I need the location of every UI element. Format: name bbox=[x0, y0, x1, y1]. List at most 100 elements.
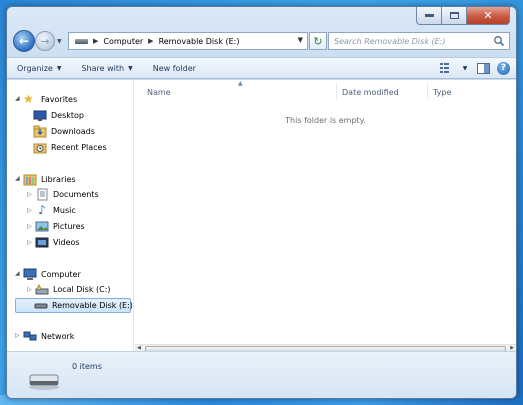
arrow-right-icon: → bbox=[40, 34, 50, 48]
address-bar[interactable]: ▶ Computer ▶ Removable Disk (E:) ▼ bbox=[68, 32, 308, 50]
documents-icon bbox=[37, 188, 48, 201]
expand-videos-icon[interactable]: ▷ bbox=[27, 239, 32, 246]
column-header-type[interactable]: Type bbox=[433, 84, 451, 100]
tree-item-videos[interactable]: Videos bbox=[35, 235, 80, 250]
music-icon: ♪ bbox=[38, 203, 46, 217]
view-options-dropdown[interactable]: ▼ bbox=[461, 61, 469, 75]
removable-disk-large-icon bbox=[29, 374, 59, 390]
arrow-left-icon: ← bbox=[18, 34, 30, 48]
explorer-window: ✕ ← → ▼ ▶ Computer ▶ Removable Disk (E:)… bbox=[6, 6, 517, 399]
search-icon[interactable] bbox=[493, 35, 505, 47]
navigation-pane: ◢ ★ Favorites Desktop Downloads Recent P… bbox=[7, 80, 134, 351]
star-icon: ★ bbox=[23, 92, 34, 106]
tree-label: Libraries bbox=[41, 175, 76, 184]
pictures-icon bbox=[35, 221, 49, 232]
address-dropdown-icon[interactable]: ▼ bbox=[298, 36, 303, 44]
recent-places-icon bbox=[33, 143, 47, 154]
back-button[interactable]: ← bbox=[13, 30, 35, 52]
items-count: 0 items bbox=[72, 362, 102, 371]
change-view-button[interactable] bbox=[439, 61, 455, 75]
help-icon: ? bbox=[500, 63, 507, 73]
network-icon bbox=[23, 331, 37, 341]
expand-local-disk-icon[interactable]: ▷ bbox=[27, 286, 32, 293]
expand-pictures-icon[interactable]: ▷ bbox=[27, 223, 32, 230]
tree-libraries[interactable]: Libraries bbox=[23, 172, 76, 187]
search-input[interactable]: Search Removable Disk (E:) bbox=[328, 32, 510, 50]
computer-icon bbox=[23, 268, 37, 280]
forward-button[interactable]: → bbox=[35, 31, 55, 51]
downloads-folder-icon bbox=[33, 125, 47, 138]
view-list-icon bbox=[440, 63, 449, 73]
column-label: Date modified bbox=[342, 87, 399, 97]
tree-item-music[interactable]: ♪ Music bbox=[35, 203, 76, 218]
tree-network[interactable]: Network bbox=[23, 329, 74, 344]
empty-folder-message: This folder is empty. bbox=[285, 116, 366, 125]
tree-label: Removable Disk (E:) bbox=[52, 301, 133, 310]
column-divider[interactable] bbox=[427, 84, 428, 99]
breadcrumb-separator-icon[interactable]: ▶ bbox=[148, 37, 153, 45]
expand-music-icon[interactable]: ▷ bbox=[27, 207, 32, 214]
collapse-favorites-icon[interactable]: ◢ bbox=[15, 95, 20, 102]
tree-computer[interactable]: Computer bbox=[23, 267, 81, 282]
breadcrumb-separator-icon[interactable]: ▶ bbox=[93, 37, 98, 45]
tree-label: Videos bbox=[53, 238, 80, 247]
column-header-name[interactable]: Name bbox=[147, 84, 171, 100]
recent-pages-dropdown[interactable]: ▼ bbox=[57, 38, 62, 45]
share-with-label: Share with bbox=[81, 63, 125, 73]
column-label: Type bbox=[433, 87, 452, 97]
collapse-computer-icon[interactable]: ◢ bbox=[15, 270, 20, 277]
help-button[interactable]: ? bbox=[497, 61, 510, 75]
tree-label: Desktop bbox=[51, 111, 84, 120]
videos-icon bbox=[35, 237, 49, 248]
tree-label: Computer bbox=[41, 270, 81, 279]
tree-item-recent-places[interactable]: Recent Places bbox=[33, 140, 107, 155]
column-divider[interactable] bbox=[336, 84, 337, 99]
tree-item-removable-disk[interactable]: Removable Disk (E:) bbox=[15, 298, 133, 313]
chevron-down-icon: ▼ bbox=[128, 64, 133, 72]
share-with-button[interactable]: Share with ▼ bbox=[71, 58, 142, 78]
refresh-icon: ↻ bbox=[313, 34, 323, 48]
tree-item-pictures[interactable]: Pictures bbox=[35, 219, 85, 234]
maximize-icon bbox=[449, 12, 459, 19]
expand-documents-icon[interactable]: ▷ bbox=[27, 191, 32, 198]
tree-favorites[interactable]: ★ Favorites bbox=[23, 92, 77, 107]
tree-label: Local Disk (C:) bbox=[53, 285, 111, 294]
tree-label: Favorites bbox=[41, 95, 78, 104]
view-controls: ▼ ? bbox=[439, 61, 510, 75]
breadcrumb-computer[interactable]: Computer bbox=[103, 37, 143, 46]
preview-pane-icon bbox=[476, 62, 490, 74]
column-label: Name bbox=[147, 87, 171, 97]
tree-item-documents[interactable]: Documents bbox=[35, 187, 99, 202]
tree-item-desktop[interactable]: Desktop bbox=[33, 108, 84, 123]
preview-pane-button[interactable] bbox=[475, 61, 491, 75]
close-button[interactable]: ✕ bbox=[467, 7, 510, 25]
sort-indicator-icon: ▲ bbox=[238, 80, 243, 87]
expand-network-icon[interactable]: ▷ bbox=[15, 332, 20, 339]
caption-buttons: ✕ bbox=[416, 7, 510, 25]
removable-disk-icon bbox=[34, 303, 48, 309]
refresh-button[interactable]: ↻ bbox=[309, 32, 327, 50]
search-placeholder: Search Removable Disk (E:) bbox=[334, 36, 446, 46]
maximize-button[interactable] bbox=[442, 7, 467, 25]
column-header-date-modified[interactable]: Date modified bbox=[342, 84, 399, 100]
organize-button[interactable]: Organize ▼ bbox=[7, 58, 71, 78]
chevron-down-icon: ▼ bbox=[56, 64, 62, 72]
drive-icon bbox=[75, 38, 88, 44]
local-disk-icon bbox=[35, 283, 49, 295]
new-folder-label: New folder bbox=[152, 63, 196, 73]
navigation-row: ← → ▼ ▶ Computer ▶ Removable Disk (E:) ▼… bbox=[7, 27, 516, 55]
tree-label: Network bbox=[41, 332, 75, 341]
tree-item-local-disk[interactable]: Local Disk (C:) bbox=[35, 282, 111, 297]
minimize-button[interactable] bbox=[416, 7, 442, 25]
main-area: ◢ ★ Favorites Desktop Downloads Recent P… bbox=[7, 80, 516, 395]
libraries-icon bbox=[23, 174, 37, 186]
command-bar: Organize ▼ Share with ▼ New folder ▼ ? bbox=[7, 57, 516, 79]
close-icon: ✕ bbox=[483, 9, 493, 22]
tree-label: Pictures bbox=[53, 222, 85, 231]
tree-item-downloads[interactable]: Downloads bbox=[33, 124, 95, 139]
file-list: ▲ Name Date modified Type This folder is… bbox=[135, 80, 516, 351]
breadcrumb-removable-disk[interactable]: Removable Disk (E:) bbox=[159, 37, 240, 46]
tree-label: Documents bbox=[53, 190, 99, 199]
new-folder-button[interactable]: New folder bbox=[143, 58, 206, 78]
collapse-libraries-icon[interactable]: ◢ bbox=[15, 175, 20, 182]
